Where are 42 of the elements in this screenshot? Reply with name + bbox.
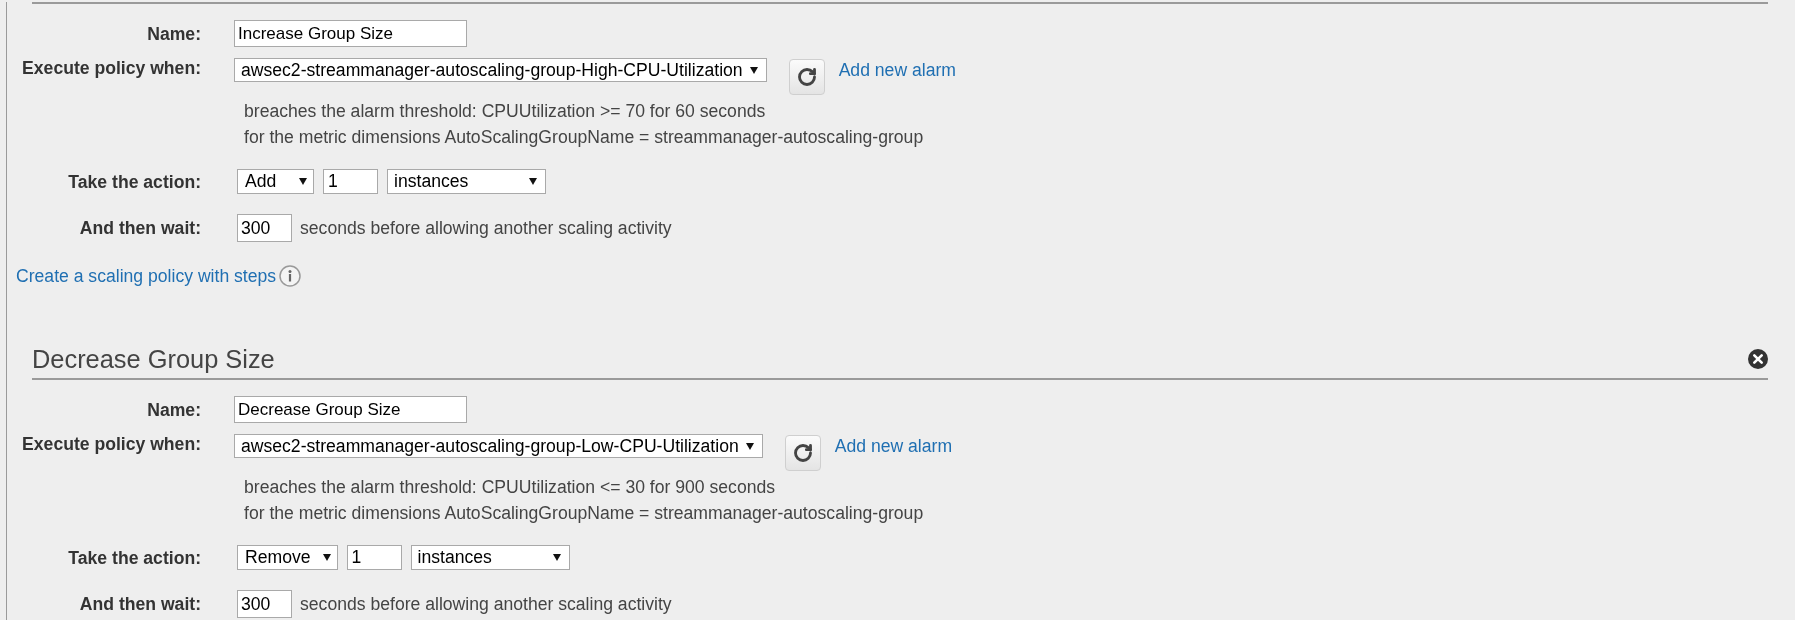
- close-icon[interactable]: [1748, 349, 1768, 369]
- caret-icon: [529, 178, 537, 185]
- caret-icon: [552, 554, 561, 561]
- unit-select[interactable]: instances: [410, 545, 570, 570]
- info-icon[interactable]: [279, 265, 302, 287]
- refresh-icon: [796, 67, 817, 87]
- caret-icon: [322, 554, 331, 561]
- add-new-alarm-link[interactable]: Add new alarm: [834, 436, 953, 456]
- refresh-icon: [792, 443, 813, 463]
- alarm-select[interactable]: awsec2-streammanager-autoscaling-group-Low-CPU-Utilization: [234, 434, 763, 458]
- section-title: Decrease Group Size: [32, 345, 275, 373]
- action-select[interactable]: Remove: [237, 545, 338, 570]
- amount-field[interactable]: 1: [323, 169, 378, 194]
- wait-label: And then wait:: [78, 594, 201, 614]
- caret-icon: [745, 442, 754, 450]
- wait-label: And then wait:: [78, 218, 201, 238]
- refresh-button[interactable]: [784, 435, 821, 471]
- caret-icon: [749, 66, 758, 74]
- wait-seconds-field[interactable]: 300: [237, 214, 292, 242]
- name-label: Name:: [146, 399, 201, 420]
- refresh-button[interactable]: [788, 59, 825, 95]
- action-label: Take the action:: [67, 547, 201, 568]
- wait-seconds-field[interactable]: 300: [237, 590, 292, 618]
- alarm-select[interactable]: awsec2-streammanager-autoscaling-group-High-CPU-Utilization: [234, 58, 767, 82]
- scaling-steps-link[interactable]: Create a scaling policy with steps: [16, 266, 277, 286]
- action-select[interactable]: Add: [237, 169, 314, 194]
- name-field[interactable]: Increase Group Size: [234, 20, 467, 47]
- metric-dimensions-text: for the metric dimensions AutoScalingGroupName = streammanager-autoscaling-group: [244, 502, 924, 525]
- execute-policy-label: Execute policy when:: [21, 58, 201, 78]
- execute-policy-label: Execute policy when:: [21, 434, 201, 454]
- name-field[interactable]: Decrease Group Size: [234, 396, 467, 423]
- add-new-alarm-link[interactable]: Add new alarm: [838, 60, 956, 80]
- unit-select[interactable]: instances: [387, 169, 546, 194]
- caret-icon: [299, 178, 307, 185]
- wait-description: seconds before allowing another scaling activity: [300, 218, 672, 238]
- alarm-threshold-text: breaches the alarm threshold: CPUUtilization <= 30 for 900 seconds: [244, 476, 776, 499]
- alarm-threshold-text: breaches the alarm threshold: CPUUtilization >= 70 for 60 seconds: [244, 100, 766, 123]
- name-label: Name:: [146, 23, 201, 44]
- amount-field[interactable]: 1: [346, 545, 402, 570]
- metric-dimensions-text: for the metric dimensions AutoScalingGroupName = streammanager-autoscaling-group: [244, 126, 924, 149]
- action-label: Take the action:: [67, 171, 201, 192]
- wait-description: seconds before allowing another scaling activity: [300, 594, 672, 614]
